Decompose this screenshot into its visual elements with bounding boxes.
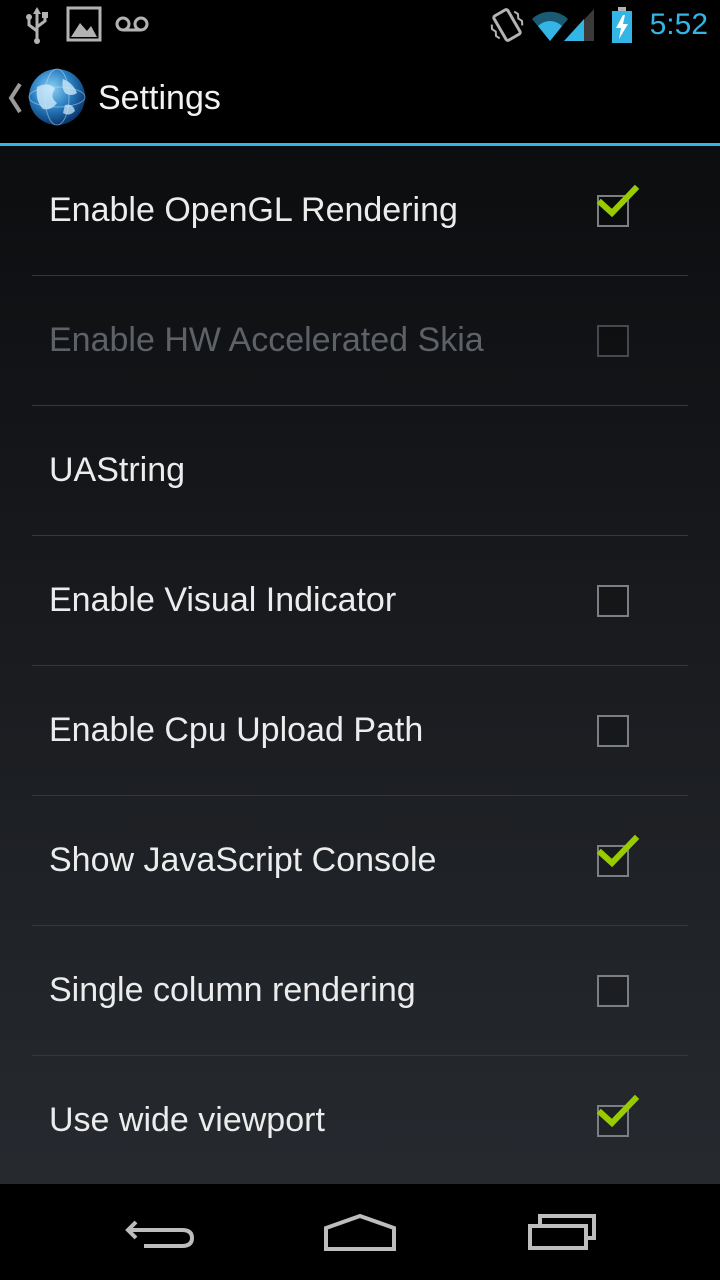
checkbox[interactable] bbox=[597, 975, 629, 1007]
action-bar: Settings bbox=[0, 50, 720, 146]
preference-enable-opengl-rendering[interactable]: Enable OpenGL Rendering bbox=[32, 146, 688, 276]
preference-title: UAString bbox=[49, 451, 186, 489]
checkbox[interactable] bbox=[597, 715, 629, 747]
status-bar: 5:52 bbox=[0, 0, 720, 50]
preference-list: Enable OpenGL Rendering Enable HW Accele… bbox=[0, 146, 720, 1184]
battery-charging-icon bbox=[610, 5, 634, 49]
picture-notification-icon bbox=[66, 5, 102, 47]
preference-title: Enable Visual Indicator bbox=[49, 581, 397, 619]
preference-title: Enable HW Accelerated Skia bbox=[49, 321, 484, 359]
preference-enable-cpu-upload-path[interactable]: Enable Cpu Upload Path bbox=[32, 666, 688, 796]
checkbox[interactable] bbox=[596, 184, 640, 227]
preference-enable-hw-accelerated-skia[interactable]: Enable HW Accelerated Skia bbox=[32, 276, 688, 406]
globe-icon[interactable] bbox=[27, 67, 87, 127]
checkmark-icon bbox=[596, 834, 640, 868]
screen: 5:52 Settings Enable OpenGL Rendering En… bbox=[0, 0, 720, 1280]
home-icon[interactable] bbox=[300, 1202, 420, 1262]
checkbox[interactable] bbox=[597, 585, 629, 617]
preference-title: Single column rendering bbox=[49, 971, 416, 1009]
status-time: 5:52 bbox=[649, 8, 708, 41]
preference-show-javascript-console[interactable]: Show JavaScript Console bbox=[32, 796, 688, 926]
preference-title: Show JavaScript Console bbox=[49, 841, 437, 879]
navigation-bar bbox=[0, 1184, 720, 1280]
checkmark-icon bbox=[596, 1094, 640, 1128]
recent-apps-icon[interactable] bbox=[500, 1202, 620, 1262]
preference-uastring[interactable]: UAString bbox=[32, 406, 688, 536]
checkbox[interactable] bbox=[597, 325, 629, 357]
vibrate-icon bbox=[490, 5, 524, 49]
voicemail-icon bbox=[114, 5, 150, 47]
checkbox[interactable] bbox=[596, 1094, 640, 1137]
back-icon[interactable] bbox=[100, 1202, 220, 1262]
page-title: Settings bbox=[98, 79, 221, 117]
chevron-left-icon[interactable] bbox=[6, 80, 24, 120]
preference-enable-visual-indicator[interactable]: Enable Visual Indicator bbox=[32, 536, 688, 666]
checkbox[interactable] bbox=[596, 834, 640, 877]
preference-title: Use wide viewport bbox=[49, 1101, 325, 1139]
usb-icon bbox=[22, 5, 52, 49]
checkmark-icon bbox=[596, 184, 640, 218]
preference-single-column-rendering[interactable]: Single column rendering bbox=[32, 926, 688, 1056]
preference-use-wide-viewport[interactable]: Use wide viewport bbox=[32, 1056, 688, 1184]
preference-title: Enable OpenGL Rendering bbox=[49, 191, 458, 229]
signal-icon bbox=[562, 5, 596, 49]
preference-title: Enable Cpu Upload Path bbox=[49, 711, 424, 749]
